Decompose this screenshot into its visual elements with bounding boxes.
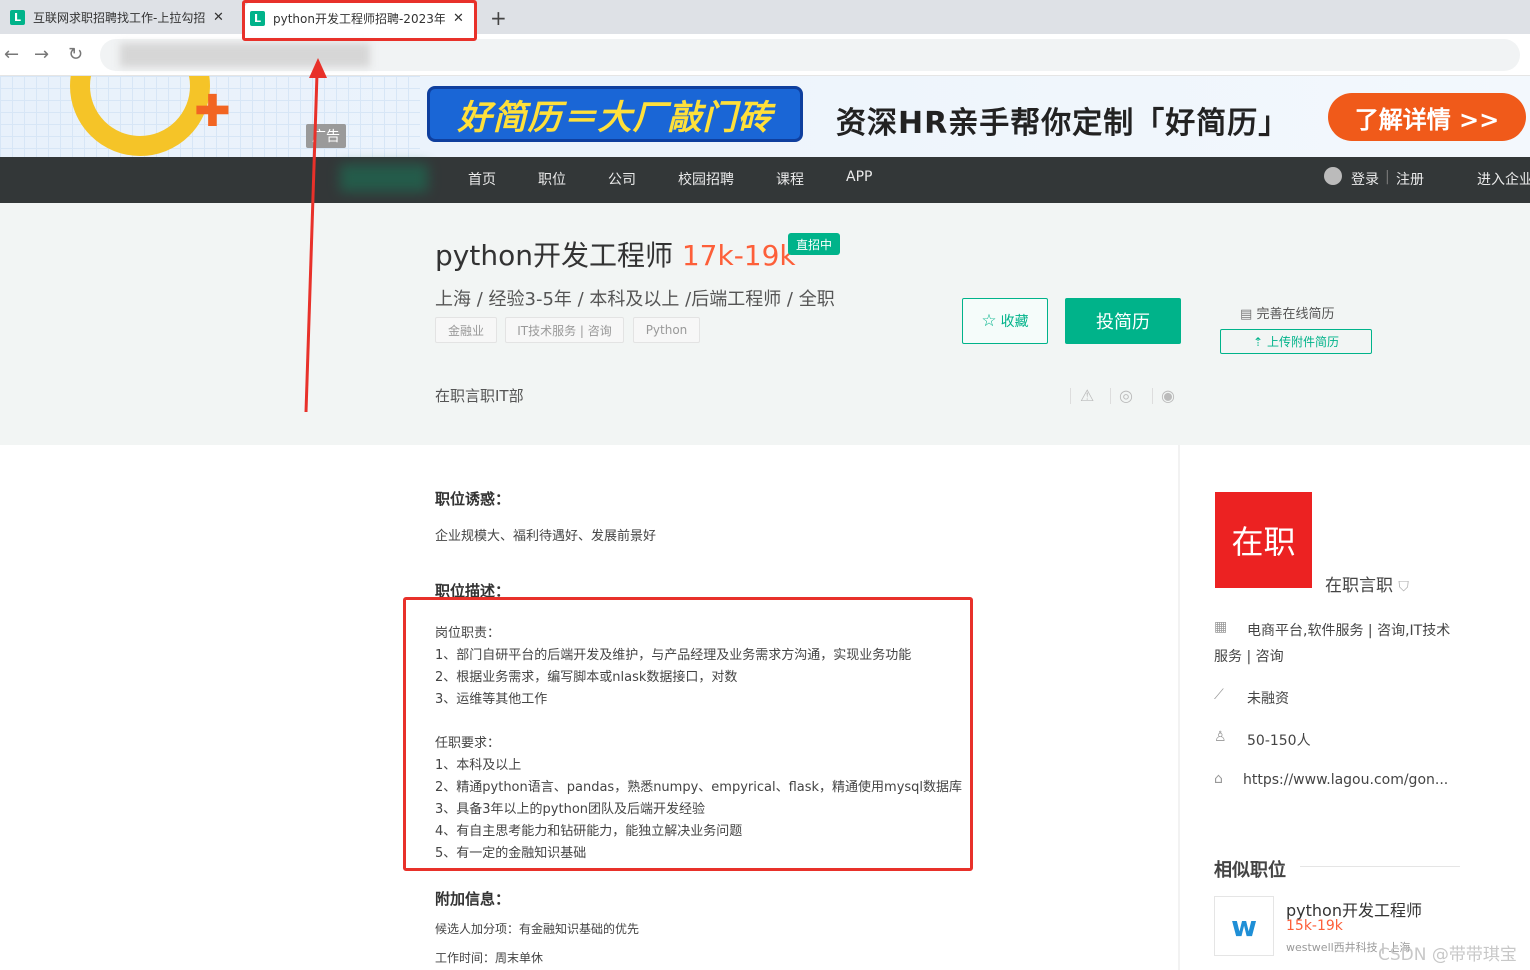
annotation-arrow	[304, 58, 327, 413]
annotation-arrow-head	[309, 58, 327, 78]
annotation-arrow-shaft	[304, 73, 319, 413]
